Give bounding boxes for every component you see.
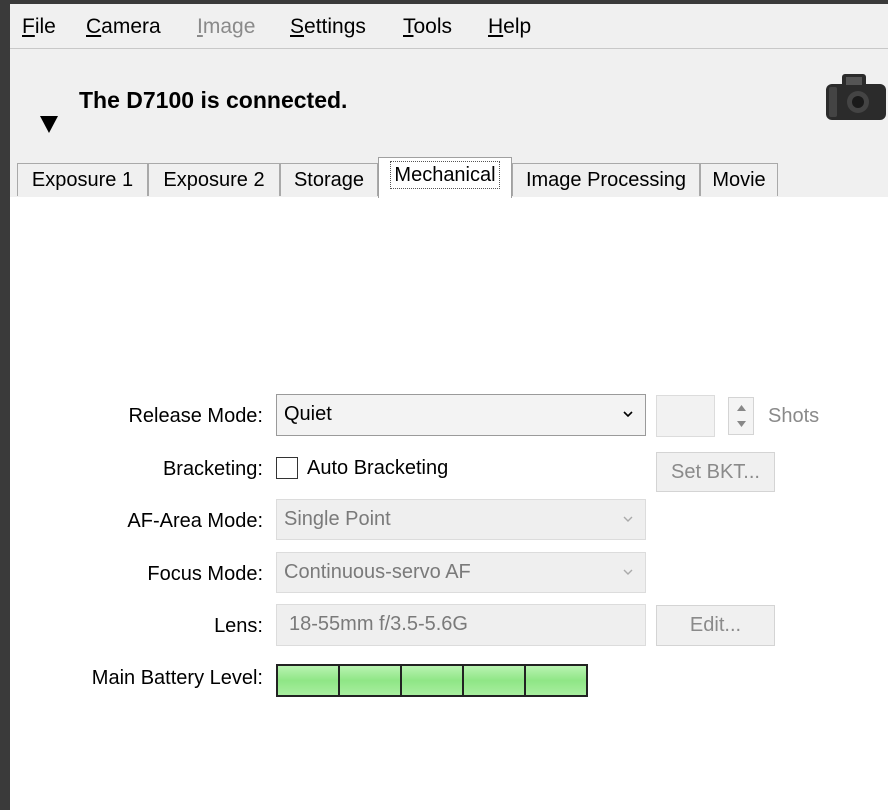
auto-bracketing-label[interactable]: Auto Bracketing: [307, 457, 448, 480]
menu-settings-label: Settings: [290, 15, 366, 38]
battery-segment: [278, 666, 340, 695]
edit-lens-button[interactable]: Edit...: [656, 605, 775, 646]
tab-exposure-1[interactable]: Exposure 1: [17, 163, 148, 196]
auto-bracketing-checkbox[interactable]: [276, 457, 298, 479]
menu-camera-label: Camera: [86, 15, 161, 38]
battery-segment: [402, 666, 464, 695]
menu-tools-label: Tools: [403, 15, 453, 38]
tab-exposure-2-label: Exposure 2: [163, 169, 265, 191]
af-area-mode-label: AF-Area Mode:: [127, 510, 263, 532]
release-mode-label: Release Mode:: [128, 405, 263, 427]
battery-level-label: Main Battery Level:: [91, 667, 263, 689]
menu-file-label: File: [22, 15, 56, 38]
tab-storage[interactable]: Storage: [280, 163, 378, 196]
chevron-down-icon: [623, 411, 633, 418]
af-area-mode-select[interactable]: Single Point: [276, 499, 646, 540]
menu-file[interactable]: File: [22, 15, 56, 39]
menu-camera[interactable]: Camera: [86, 15, 161, 39]
tab-movie-label: Movie: [712, 169, 766, 191]
lens-label: Lens:: [214, 615, 263, 637]
menu-help[interactable]: Help: [488, 15, 531, 39]
shots-label: Shots: [768, 405, 820, 427]
tab-mechanical[interactable]: Mechanical: [378, 157, 512, 198]
battery-segment: [340, 666, 402, 695]
tab-image-processing-label: Image Processing: [525, 169, 687, 191]
expand-arrow-icon[interactable]: [40, 116, 58, 133]
battery-segment: [464, 666, 526, 695]
tab-storage-label: Storage: [293, 169, 365, 191]
chevron-down-icon: [623, 569, 633, 575]
menu-image[interactable]: Image: [197, 15, 255, 39]
tab-mechanical-label: Mechanical: [390, 161, 500, 189]
menu-help-label: Help: [488, 15, 532, 38]
bracketing-label: Bracketing:: [162, 458, 263, 480]
focus-mode-label: Focus Mode:: [147, 563, 263, 585]
app-window: File Camera Image Settings Tools Help Th…: [10, 4, 888, 810]
mechanical-panel: Release Mode: Quiet Shots Bracketing: Au…: [10, 197, 888, 810]
menu-image-label: Image: [197, 15, 256, 38]
connection-status: The D7100 is connected.: [79, 87, 348, 113]
set-bkt-button[interactable]: Set BKT...: [656, 452, 775, 492]
menu-tools[interactable]: Tools: [403, 15, 452, 39]
release-mode-select[interactable]: Quiet: [276, 394, 646, 436]
stepper-down-icon[interactable]: [736, 420, 747, 428]
menu-settings[interactable]: Settings: [290, 15, 366, 39]
af-area-mode-value: Single Point: [284, 508, 391, 530]
camera-icon: [826, 74, 886, 120]
tab-movie[interactable]: Movie: [700, 163, 778, 196]
release-mode-value: Quiet: [284, 403, 332, 425]
battery-segment: [526, 666, 586, 695]
tab-exposure-1-label: Exposure 1: [31, 169, 134, 191]
tab-strip: Exposure 1 Exposure 2 Storage Mechanical…: [10, 157, 888, 198]
connection-header: The D7100 is connected.: [10, 49, 888, 157]
chevron-down-icon: [623, 516, 633, 522]
shots-input[interactable]: [656, 395, 715, 437]
focus-mode-select[interactable]: Continuous-servo AF: [276, 552, 646, 593]
battery-level-indicator: [276, 664, 588, 697]
lens-field: 18-55mm f/3.5-5.6G: [276, 604, 646, 646]
menu-bar: File Camera Image Settings Tools Help: [10, 4, 888, 49]
tab-exposure-2[interactable]: Exposure 2: [148, 163, 280, 196]
shots-stepper[interactable]: [728, 397, 754, 435]
focus-mode-value: Continuous-servo AF: [284, 561, 471, 583]
stepper-up-icon[interactable]: [736, 404, 747, 412]
tab-image-processing[interactable]: Image Processing: [512, 163, 700, 196]
lens-value: 18-55mm f/3.5-5.6G: [289, 613, 468, 635]
